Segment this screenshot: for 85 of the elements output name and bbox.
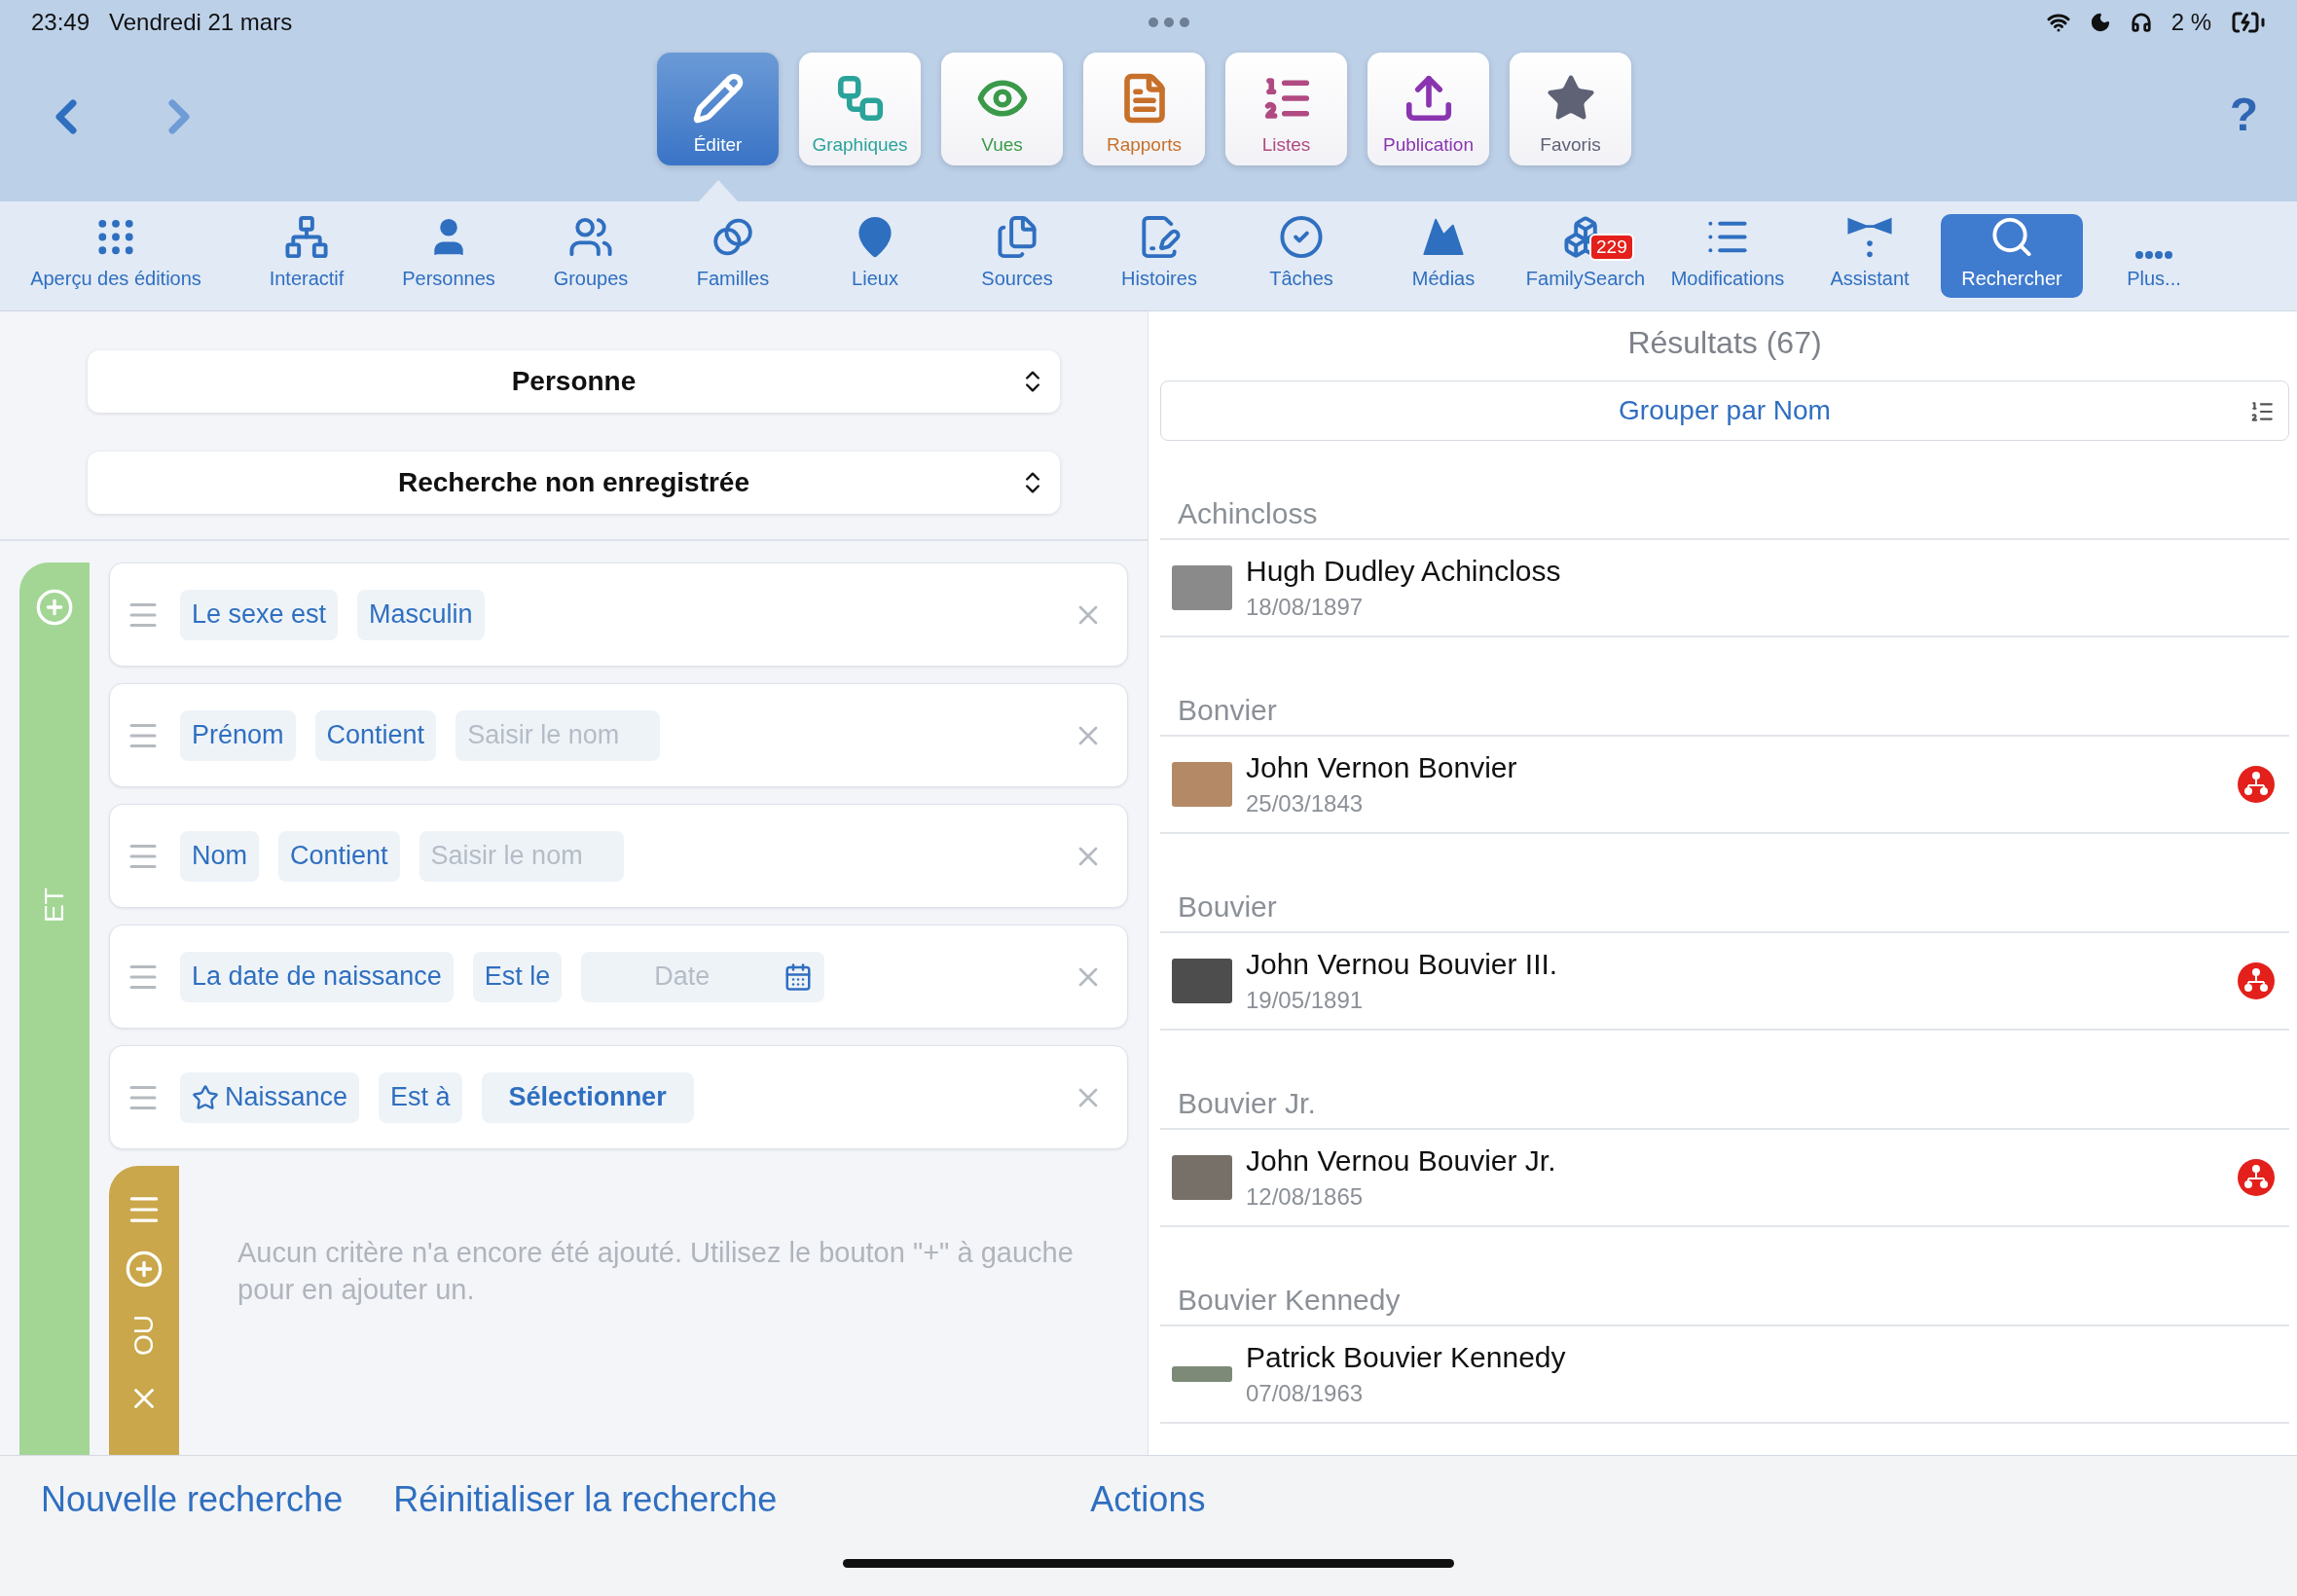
person-date: 25/03/1843: [1246, 790, 1365, 817]
person-row[interactable]: John Vernon Bonvier 25/03/1843: [1160, 737, 2289, 834]
photo-placeholder: [1172, 1155, 1232, 1200]
nav-tab[interactable]: Personnes: [378, 214, 520, 298]
sort-icon: [2249, 399, 2275, 424]
count-badge: 229: [1589, 234, 1634, 261]
toolbar-button[interactable]: Publication: [1367, 53, 1489, 165]
photo-placeholder: [1172, 565, 1232, 610]
or-label: OU: [128, 1315, 160, 1356]
nav-tab[interactable]: Sources: [946, 214, 1088, 298]
nav-tab[interactable]: Groupes: [520, 214, 662, 298]
check-icon: [1278, 214, 1325, 260]
nav-tab[interactable]: Assistant: [1799, 214, 1941, 298]
criterion-chip[interactable]: Le sexe est: [180, 589, 339, 640]
nav-tab[interactable]: Lieux: [804, 214, 946, 298]
nav-tab[interactable]: Tâches: [1230, 214, 1372, 298]
add-icon[interactable]: [35, 588, 74, 627]
nav-tab[interactable]: Médias: [1372, 214, 1514, 298]
group-header: Bouvier: [1160, 890, 2289, 933]
person-date: 19/05/1891: [1246, 987, 1365, 1014]
add-icon[interactable]: [125, 1250, 164, 1288]
criterion-chip[interactable]: Est le: [472, 951, 563, 1002]
photo-placeholder: [1172, 959, 1232, 1003]
battery-percent: 2 %: [2170, 9, 2211, 36]
nav-tab[interactable]: Histoires: [1088, 214, 1230, 298]
criterion-chip[interactable]: Prénom: [180, 709, 296, 761]
criterion-chip[interactable]: Contient: [314, 709, 437, 761]
person-name: Patrick Bouvier Kennedy: [1246, 1341, 1567, 1374]
photo-placeholder: [1172, 1366, 1232, 1382]
person-name: John Vernou Bouvier Jr.: [1246, 1144, 1557, 1178]
tree-icon: [283, 214, 330, 260]
criterion-chip[interactable]: Est à: [379, 1071, 462, 1123]
criterion-chip[interactable]: Nom: [180, 830, 259, 882]
group-header: Achincloss: [1160, 497, 2289, 540]
and-label: ET: [39, 888, 70, 923]
more-icon: [2134, 250, 2173, 260]
moon-icon: [2089, 12, 2111, 33]
person-name: John Vernon Bonvier: [1246, 751, 1518, 784]
person-row[interactable]: John Vernou Bouvier Jr. 12/08/1865: [1160, 1130, 2289, 1227]
toolbar-button[interactable]: Vues: [941, 53, 1063, 165]
person-name: John Vernou Bouvier III.: [1246, 948, 1559, 981]
multitasking-dots[interactable]: [1148, 18, 1190, 27]
home-indicator[interactable]: [843, 1559, 1454, 1568]
group-header: Bouvier Jr.: [1160, 1087, 2289, 1130]
person-date: 18/08/1897: [1246, 594, 1365, 621]
bottom-action[interactable]: Nouvelle recherche: [41, 1479, 344, 1520]
status-time: 23:49: [31, 9, 91, 36]
nav-tab[interactable]: Familles: [662, 214, 804, 298]
calendar-icon: [784, 961, 814, 992]
entity-select[interactable]: Personne: [88, 350, 1060, 413]
person-row[interactable]: Patrick Bouvier Kennedy 07/08/1963: [1160, 1326, 2289, 1424]
criterion-chip[interactable]: Naissance: [180, 1071, 360, 1123]
group-by-button[interactable]: Grouper par Nom: [1160, 381, 2289, 441]
group-header: Bonvier: [1160, 694, 2289, 737]
person-row[interactable]: Hugh Dudley Achincloss 18/08/1897: [1160, 540, 2289, 637]
star-icon: [192, 1083, 219, 1111]
nav-tab[interactable]: Interactif: [236, 214, 378, 298]
toolbar-button[interactable]: Listes: [1225, 53, 1347, 165]
nav-tab[interactable]: Aperçu des éditions: [4, 214, 228, 298]
criterion-chip[interactable]: Contient: [278, 830, 400, 882]
person-date: 12/08/1865: [1246, 1183, 1365, 1211]
select-button[interactable]: Sélectionner: [481, 1071, 694, 1123]
saved-search-select[interactable]: Recherche non enregistrée: [88, 452, 1060, 514]
criterion-chip[interactable]: La date de naissance: [180, 951, 454, 1002]
group-header: Bouvier Kennedy: [1160, 1284, 2289, 1326]
bottom-action[interactable]: Réinitialiser la recherche: [393, 1479, 778, 1520]
results-title: Résultats (67): [1626, 325, 1823, 361]
nav-tab[interactable]: FamilySearch 229: [1514, 214, 1657, 298]
nav-tab[interactable]: Plus...: [2083, 214, 2225, 298]
criterion-chip[interactable]: Masculin: [357, 589, 485, 640]
person-date: 07/08/1963: [1246, 1380, 1365, 1407]
headphones-icon: [2130, 12, 2152, 33]
toolbar-button[interactable]: Graphiques: [799, 53, 921, 165]
status-date: Vendredi 21 mars: [109, 9, 293, 36]
bottom-action[interactable]: Actions: [1090, 1479, 1206, 1520]
help-button[interactable]: ?: [2229, 88, 2258, 141]
toolbar-button[interactable]: Favoris: [1510, 53, 1631, 165]
person-row[interactable]: John Vernou Bouvier III. 19/05/1891: [1160, 933, 2289, 1031]
empty-hint: Aucun critère n'a encore été ajouté. Utilisez le bouton "+" à gauche pour en ajouter un.: [237, 1236, 1075, 1307]
toolbar-button[interactable]: Rapports: [1083, 53, 1205, 165]
person-name: Hugh Dudley Achincloss: [1246, 555, 1562, 588]
photo-placeholder: [1172, 762, 1232, 807]
nav-tab[interactable]: Modifications: [1657, 214, 1799, 298]
nav-tab[interactable]: Rechercher: [1941, 214, 2083, 298]
pencil-icon: [691, 72, 745, 125]
